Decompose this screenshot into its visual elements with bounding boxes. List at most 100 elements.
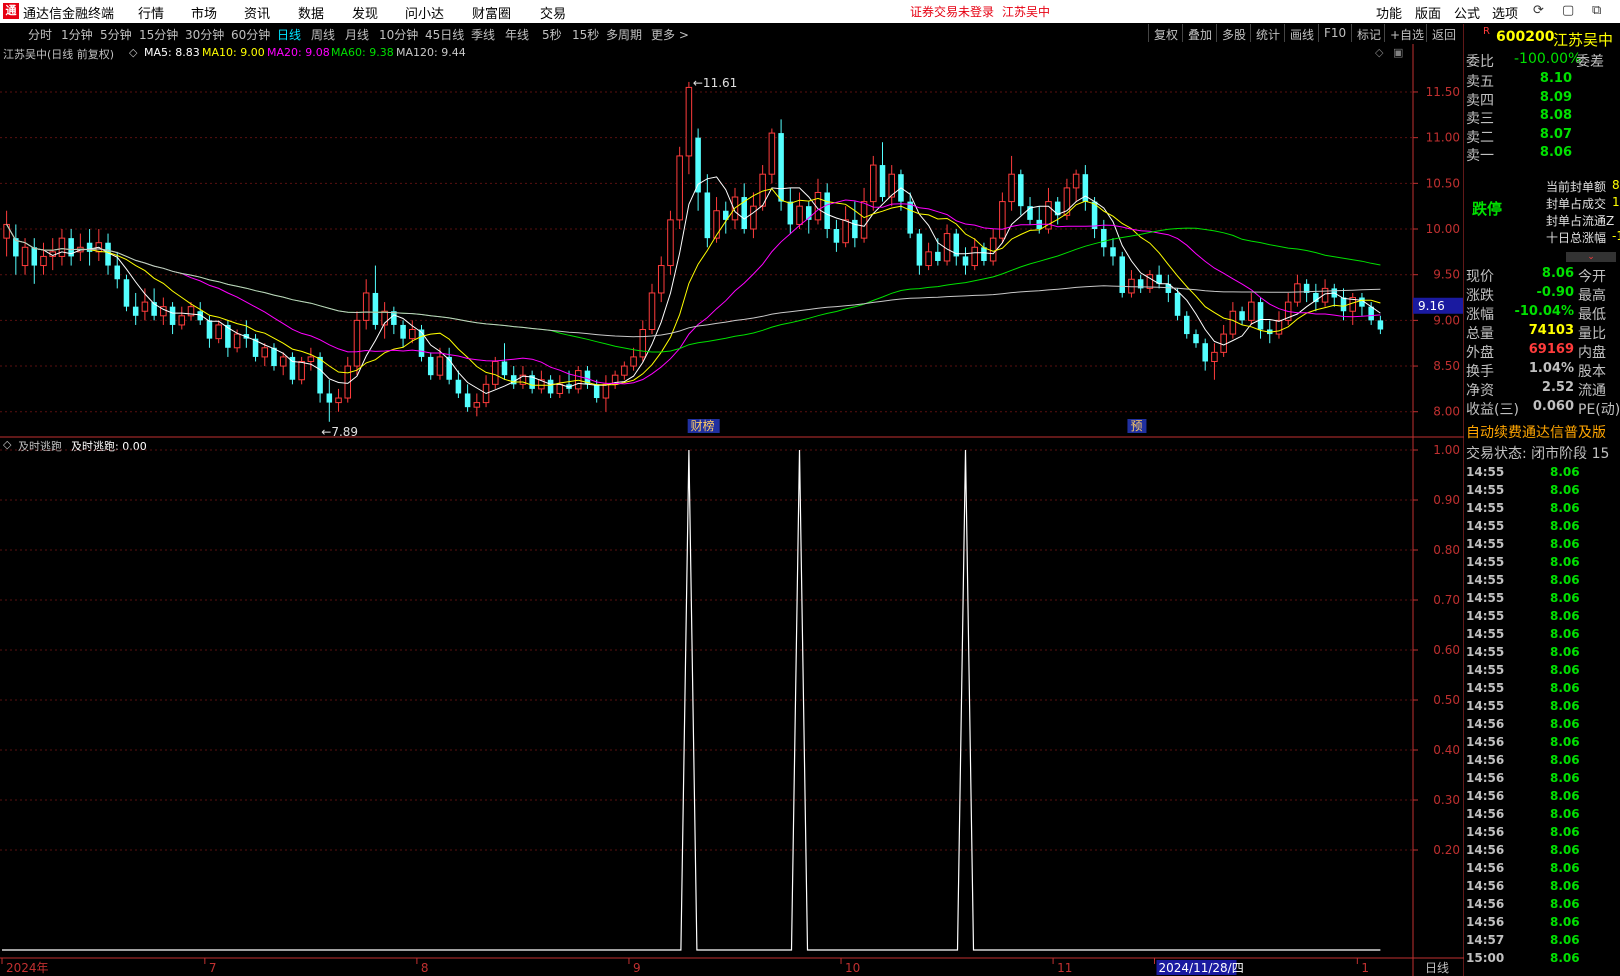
stat-value: 0.060 (1532, 399, 1574, 414)
indicator-tick-label: 0.30 (1433, 793, 1460, 807)
ask-label: 卖五 (1466, 74, 1494, 90)
stat-value: 8.06 (1541, 266, 1574, 281)
tick-time: 14:55 (1466, 573, 1505, 587)
x-tick-label: 8 (421, 961, 429, 975)
candle-body (1193, 334, 1199, 344)
stock-name: 江苏吴中 (1553, 31, 1614, 49)
candle-body (501, 361, 508, 376)
stat-row: 净资 2.52 流通 (1466, 380, 1620, 399)
tick-row: 14:56 8.06 (1466, 915, 1620, 933)
candle-body (1110, 247, 1116, 257)
x-tick-label: 11 (1057, 961, 1072, 975)
x-tick-label: 9 (633, 961, 641, 975)
candle-body (556, 383, 564, 394)
tick-price: 8.06 (1550, 807, 1580, 821)
stat-value: 69169 (1528, 342, 1574, 357)
tick-row: 14:56 8.06 (1466, 789, 1620, 807)
candle-body (870, 164, 877, 203)
candle-body (925, 251, 932, 267)
candle-body (492, 360, 499, 385)
candle-body (667, 219, 674, 267)
flag-badge: R (1483, 26, 1490, 37)
stat-row: 涨跌 -0.90 最高 (1466, 285, 1620, 304)
candle-body (547, 379, 554, 394)
candle-body (40, 255, 47, 267)
tick-time: 14:56 (1466, 789, 1505, 803)
tick-row: 14:56 8.06 (1466, 753, 1620, 771)
seal-row: 当前封单额 8 (1466, 178, 1620, 194)
ask-row[interactable]: 卖五 8.10 (1466, 71, 1620, 90)
tick-row: 14:55 8.06 (1466, 681, 1620, 699)
minimize-icon[interactable]: ▢ (1562, 3, 1574, 18)
weibi-row: 委比 -100.00% 委差 (1466, 51, 1620, 71)
stat-label-2: 今开 (1578, 269, 1606, 285)
candle-body (879, 165, 886, 198)
seal-value: 8 (1612, 178, 1620, 192)
stat-label-2: PE(动) (1578, 402, 1620, 418)
stat-label: 现价 (1466, 269, 1494, 285)
candle-body (1368, 306, 1374, 321)
expand-chevron-icon[interactable]: ⌄ (1566, 252, 1616, 262)
candle-body (989, 237, 997, 262)
candle-body (768, 132, 776, 175)
candle-body (1202, 343, 1208, 362)
ad-banner[interactable]: 自动续费通达信普及版 (1466, 422, 1620, 442)
tick-time: 15:00 (1466, 951, 1505, 965)
candle-body (58, 237, 66, 257)
ask-price: 8.09 (1539, 89, 1572, 105)
stock-code: 600200 (1496, 29, 1555, 45)
tick-time: 14:57 (1466, 933, 1505, 947)
candle-body (860, 201, 868, 239)
candle-body (1128, 278, 1135, 294)
tick-row: 14:55 8.06 (1466, 609, 1620, 627)
tick-time: 14:55 (1466, 591, 1505, 605)
tick-time: 14:55 (1466, 681, 1505, 695)
price-tick-label: 10.50 (1426, 176, 1460, 190)
tick-row: 14:56 8.06 (1466, 861, 1620, 879)
candle-body (621, 365, 628, 376)
stat-label-2: 量比 (1578, 326, 1606, 342)
candle-body (1174, 292, 1181, 316)
x-axis-ticks: 2024年78910112024/11/28/四12日线 (1, 958, 1449, 975)
tick-row: 14:55 8.06 (1466, 591, 1620, 609)
candle-body (1072, 173, 1080, 189)
candle-body (307, 356, 315, 362)
tick-time: 14:55 (1466, 465, 1505, 479)
stat-value: -0.90 (1536, 285, 1574, 300)
maximize-icon[interactable]: ⧉ (1592, 3, 1601, 18)
menu-options[interactable]: 选项 (1492, 3, 1518, 22)
ask-row[interactable]: 卖二 8.07 (1466, 127, 1620, 146)
tick-row: 14:55 8.06 (1466, 483, 1620, 501)
price-tick-label: 8.50 (1433, 359, 1460, 373)
tick-price: 8.06 (1550, 825, 1580, 839)
kline-chart[interactable]: 11.5011.0010.5010.009.509.008.508.001.00… (0, 0, 1464, 976)
tick-time: 14:55 (1466, 645, 1505, 659)
candle-body (123, 279, 130, 307)
tick-row: 14:55 8.06 (1466, 465, 1620, 483)
candle-body (796, 205, 803, 225)
tick-price: 8.06 (1550, 771, 1580, 785)
tick-price: 8.06 (1550, 915, 1580, 929)
tick-time: 14:55 (1466, 519, 1505, 533)
candle-body (141, 301, 149, 312)
candle-body (132, 306, 139, 316)
ask-row[interactable]: 卖一 8.06 (1466, 145, 1620, 164)
tick-price: 8.06 (1550, 879, 1580, 893)
candle-body (1377, 320, 1384, 330)
candle-body (648, 292, 656, 331)
tick-price: 8.06 (1550, 555, 1580, 569)
tick-time: 14:55 (1466, 483, 1505, 497)
price-tick-label: 9.50 (1433, 268, 1460, 282)
candle-body (1211, 351, 1218, 362)
tick-time: 14:56 (1466, 807, 1505, 821)
ask-row[interactable]: 卖四 8.09 (1466, 89, 1620, 109)
seal-row: 封单占成交 1- (1466, 195, 1620, 211)
tick-row: 14:55 8.06 (1466, 627, 1620, 645)
candle-body (233, 333, 241, 349)
candle-body (464, 393, 471, 408)
candle-body (1239, 311, 1245, 321)
refresh-icon[interactable]: ⟳ (1533, 3, 1544, 18)
tick-row: 14:55 8.06 (1466, 699, 1620, 717)
ask-row[interactable]: 卖三 8.08 (1466, 108, 1620, 127)
x-tick-label: 7 (209, 961, 217, 975)
